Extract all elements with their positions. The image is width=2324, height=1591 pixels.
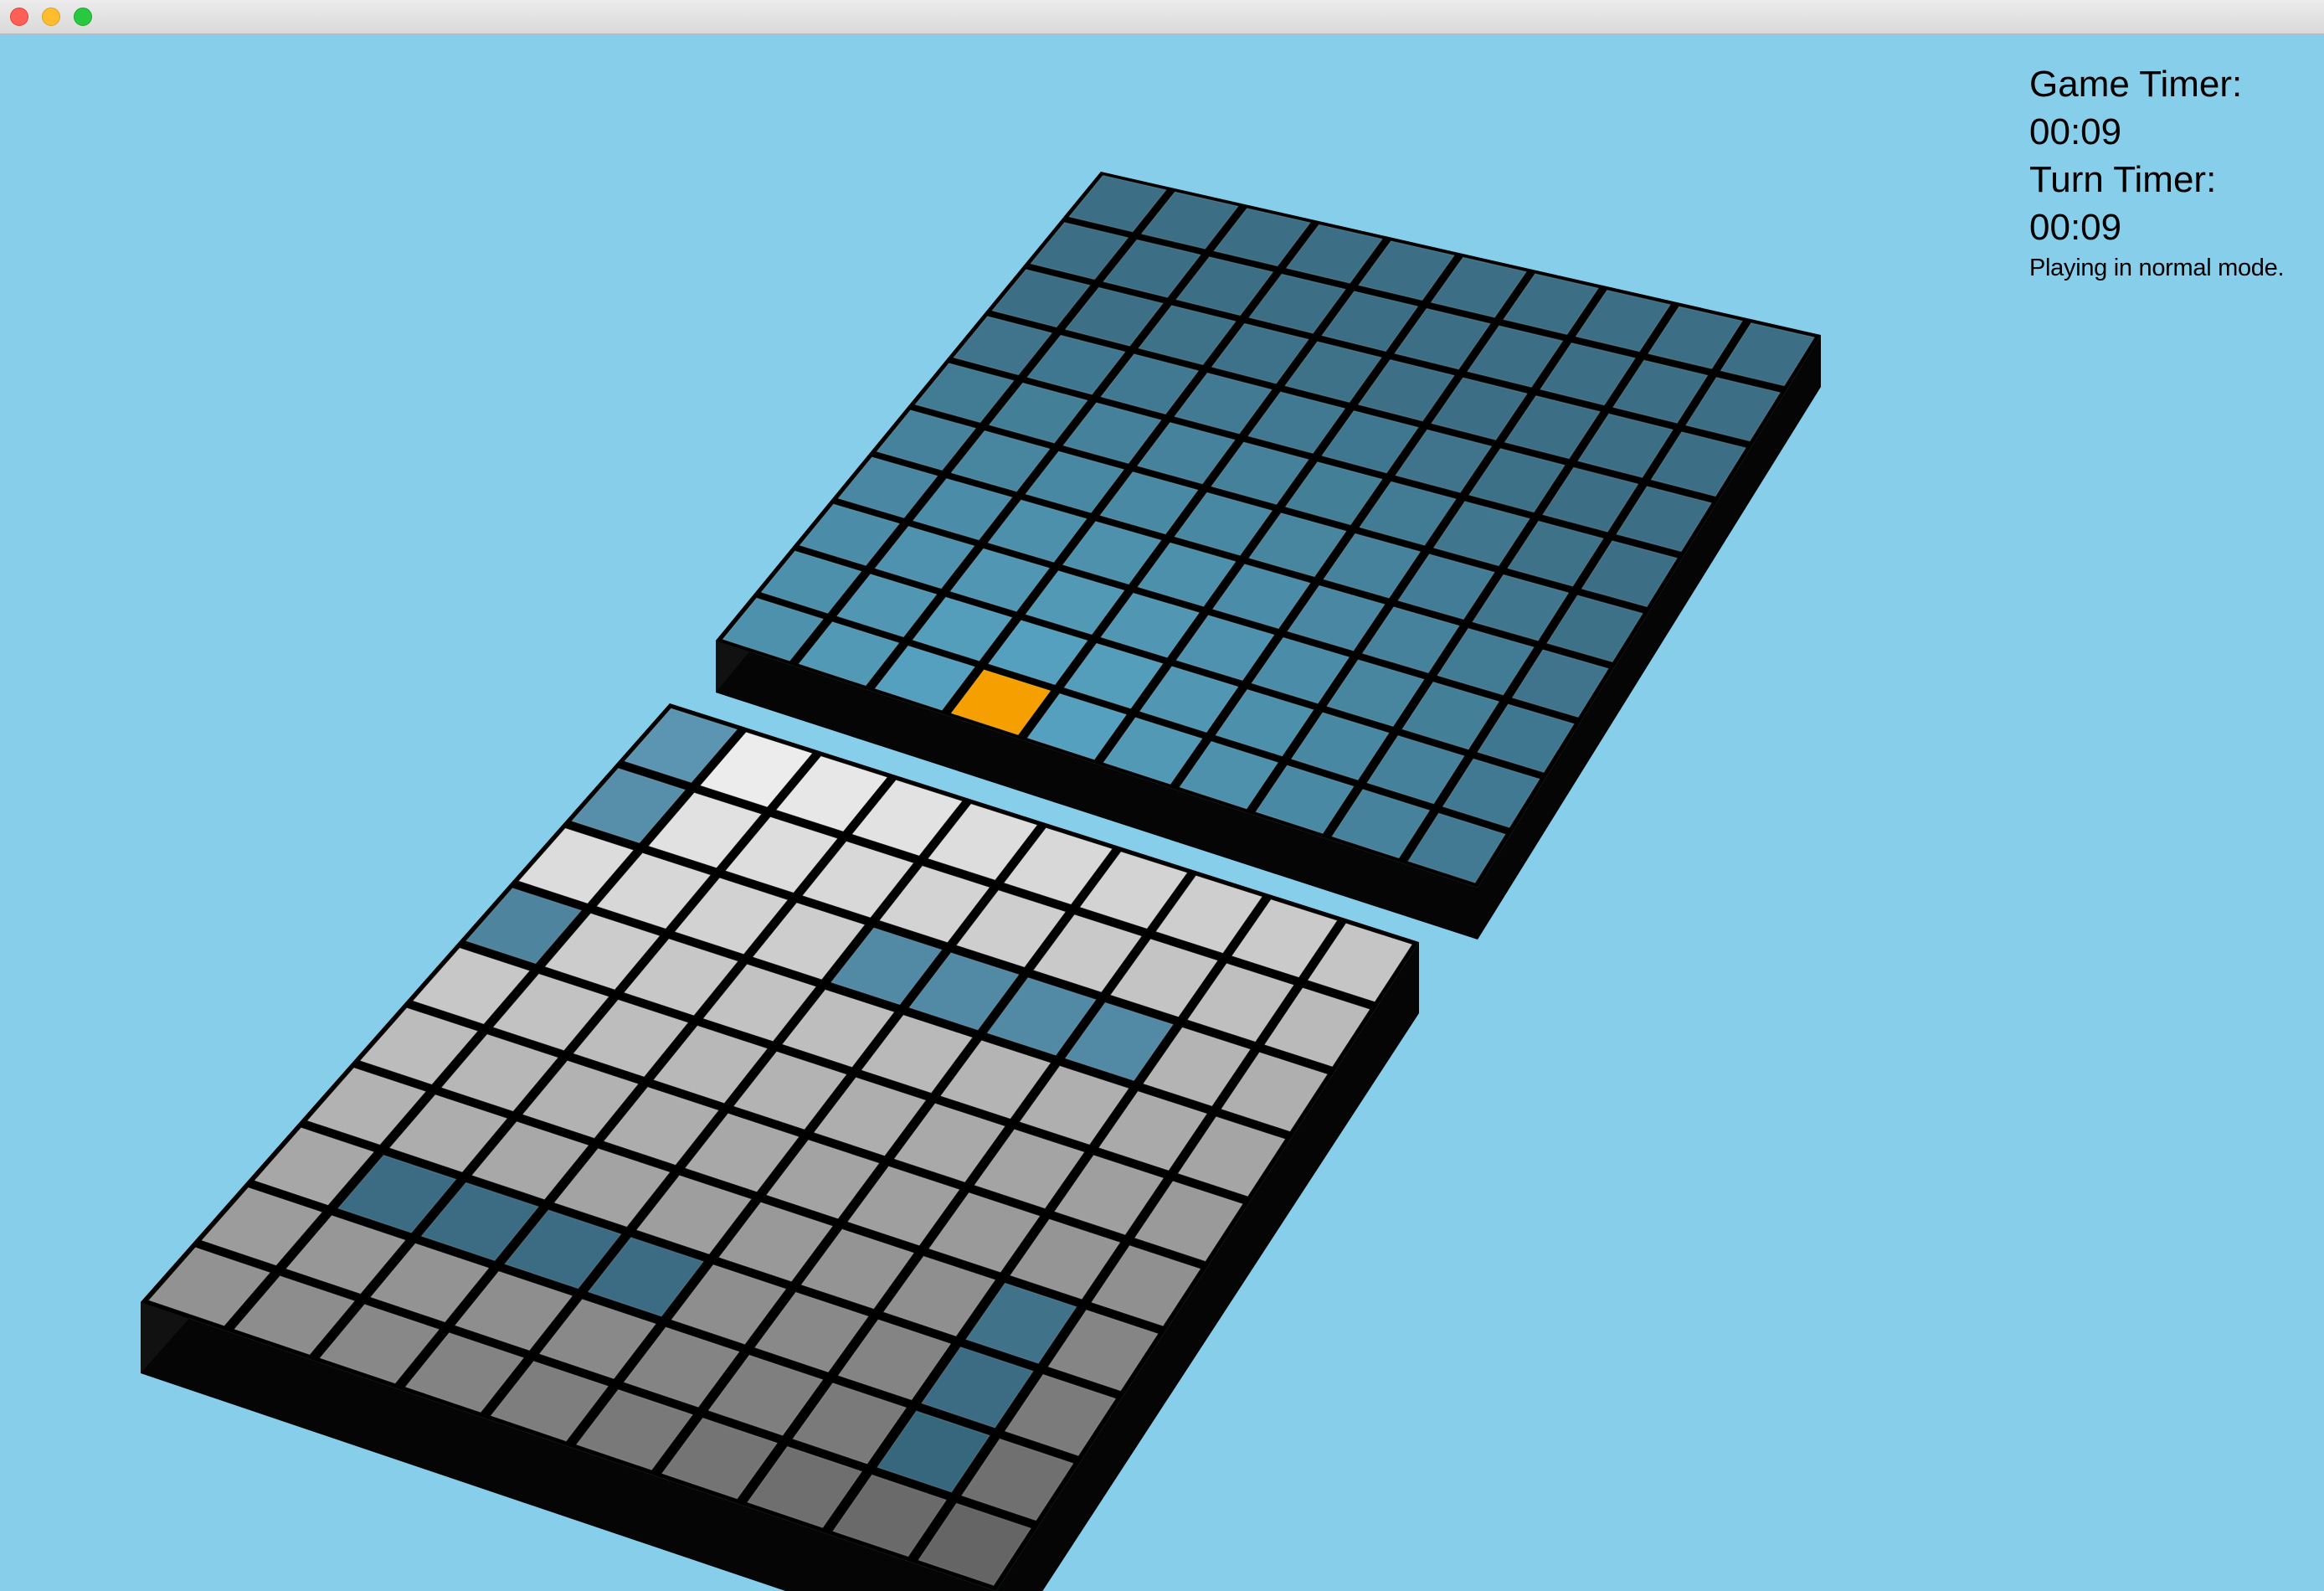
maximize-window-button[interactable] [74,8,92,26]
turn-timer-value: 00:09 [2029,207,2122,248]
close-window-button[interactable] [10,8,28,26]
turn-timer-label: Turn Timer: [2029,159,2217,200]
mode-status-text: Playing in normal mode. [2029,255,2285,281]
window-titlebar [0,0,2324,34]
game-scene [141,172,1821,1591]
game-timer-value: 00:09 [2029,111,2122,152]
minimize-window-button[interactable] [42,8,60,26]
hud-panel: Game Timer: 00:09 Turn Timer: 00:09 Play… [2029,60,2285,285]
game-timer-label: Game Timer: [2029,64,2243,105]
